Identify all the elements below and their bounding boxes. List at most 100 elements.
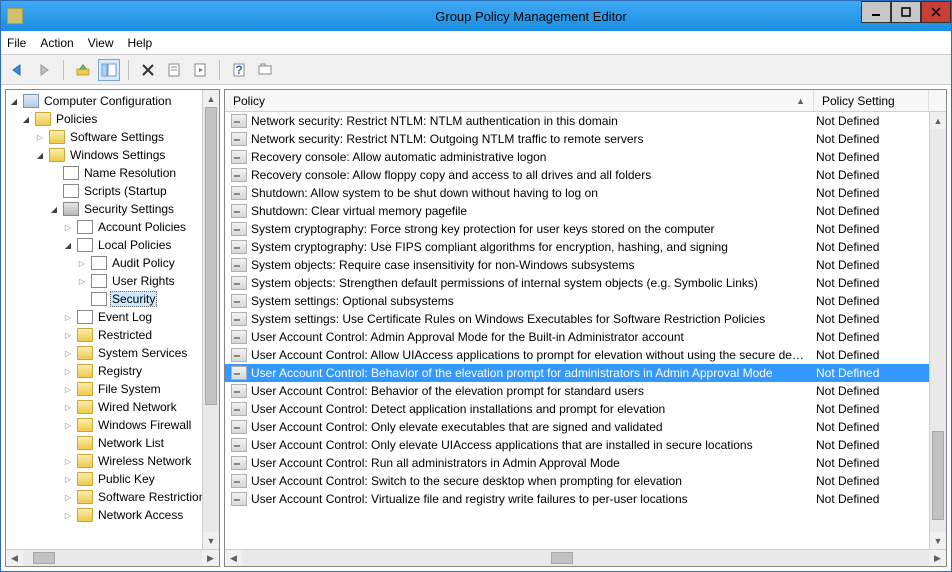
expand-arrow-icon[interactable] [62,419,74,431]
tree-policies[interactable]: Policies [6,110,219,128]
expand-arrow-icon[interactable] [62,239,74,251]
expand-arrow-icon[interactable] [62,401,74,413]
policy-row[interactable]: System objects: Strengthen default permi… [225,274,929,292]
expand-arrow-icon[interactable] [62,509,74,521]
policy-row[interactable]: Network security: Restrict NTLM: NTLM au… [225,112,929,130]
tree-user-rights[interactable]: User Rights [6,272,219,290]
scroll-left-icon[interactable]: ◀ [225,550,242,566]
expand-arrow-icon[interactable] [34,131,46,143]
policy-row[interactable]: Shutdown: Allow system to be shut down w… [225,184,929,202]
policy-setting: Not Defined [814,492,929,506]
tree-scripts[interactable]: Scripts (Startup [6,182,219,200]
policy-row[interactable]: Network security: Restrict NTLM: Outgoin… [225,130,929,148]
expand-arrow-icon[interactable] [62,491,74,503]
tree-wired-network[interactable]: Wired Network [6,398,219,416]
policy-name: User Account Control: Detect application… [251,402,814,416]
tree-software-restriction[interactable]: Software Restriction [6,488,219,506]
tree-registry[interactable]: Registry [6,362,219,380]
expand-arrow-icon[interactable] [34,149,46,161]
expand-arrow-icon[interactable] [62,311,74,323]
scroll-right-icon[interactable]: ▶ [929,550,946,566]
tree-account-policies[interactable]: Account Policies [6,218,219,236]
delete-button[interactable] [137,59,159,81]
policy-row[interactable]: User Account Control: Detect application… [225,400,929,418]
tree-windows-firewall[interactable]: Windows Firewall [6,416,219,434]
expand-arrow-icon[interactable] [76,257,88,269]
svg-text:?: ? [235,63,242,77]
help-button[interactable]: ? [228,59,250,81]
column-setting-header[interactable]: Policy Setting [814,90,929,111]
menu-view[interactable]: View [88,36,114,50]
tree-toggle-button[interactable] [98,59,120,81]
policy-row[interactable]: User Account Control: Allow UIAccess app… [225,346,929,364]
policy-row[interactable]: User Account Control: Only elevate UIAcc… [225,436,929,454]
list-vertical-scrollbar[interactable]: ▲ ▼ [929,112,946,549]
scroll-down-icon[interactable]: ▼ [930,532,946,549]
expand-arrow-icon[interactable] [62,329,74,341]
policy-row[interactable]: User Account Control: Run all administra… [225,454,929,472]
policy-row[interactable]: Recovery console: Allow floppy copy and … [225,166,929,184]
scroll-left-icon[interactable]: ◀ [6,550,23,566]
policy-row[interactable]: User Account Control: Switch to the secu… [225,472,929,490]
tree-network-access[interactable]: Network Access [6,506,219,524]
policy-row[interactable]: User Account Control: Virtualize file an… [225,490,929,508]
scroll-up-icon[interactable]: ▲ [203,90,219,107]
tree-audit-policy[interactable]: Audit Policy [6,254,219,272]
menu-action[interactable]: Action [40,36,73,50]
properties-button[interactable] [163,59,185,81]
tree-horizontal-scrollbar[interactable]: ◀ ▶ [6,549,219,566]
policy-row[interactable]: System objects: Require case insensitivi… [225,256,929,274]
close-button[interactable] [921,1,951,23]
tree-computer-configuration[interactable]: Computer Configuration [6,92,219,110]
policy-row[interactable]: Shutdown: Clear virtual memory pagefileN… [225,202,929,220]
policy-row[interactable]: User Account Control: Only elevate execu… [225,418,929,436]
folder-icon [77,418,93,432]
policy-row[interactable]: User Account Control: Behavior of the el… [225,382,929,400]
expand-arrow-icon[interactable] [62,365,74,377]
forward-button[interactable] [33,59,55,81]
tree-name-resolution[interactable]: Name Resolution [6,164,219,182]
tree-restricted[interactable]: Restricted [6,326,219,344]
tree-network-list[interactable]: Network List [6,434,219,452]
list-horizontal-scrollbar[interactable]: ◀ ▶ [225,549,946,566]
tree-file-system[interactable]: File System [6,380,219,398]
expand-arrow-icon[interactable] [8,95,20,107]
policy-row[interactable]: User Account Control: Behavior of the el… [225,364,929,382]
policy-row[interactable]: User Account Control: Admin Approval Mod… [225,328,929,346]
scroll-right-icon[interactable]: ▶ [202,550,219,566]
scroll-up-icon[interactable]: ▲ [930,112,946,129]
policy-row[interactable]: System settings: Use Certificate Rules o… [225,310,929,328]
expand-arrow-icon[interactable] [62,383,74,395]
policy-row[interactable]: System cryptography: Use FIPS compliant … [225,238,929,256]
tree-system-services[interactable]: System Services [6,344,219,362]
tree-public-key[interactable]: Public Key [6,470,219,488]
tree-wireless-network[interactable]: Wireless Network [6,452,219,470]
expand-arrow-icon[interactable] [62,455,74,467]
export-button[interactable] [189,59,211,81]
tree-vertical-scrollbar[interactable]: ▲ ▼ [202,90,219,549]
expand-arrow-icon[interactable] [76,275,88,287]
back-button[interactable] [7,59,29,81]
menu-file[interactable]: File [7,36,26,50]
policy-row[interactable]: System cryptography: Force strong key pr… [225,220,929,238]
expand-arrow-icon[interactable] [62,347,74,359]
tree-local-policies[interactable]: Local Policies [6,236,219,254]
up-button[interactable] [72,59,94,81]
tree-software-settings[interactable]: Software Settings [6,128,219,146]
scroll-down-icon[interactable]: ▼ [203,532,219,549]
column-policy-header[interactable]: Policy ▲ [225,90,814,111]
menu-help[interactable]: Help [128,36,153,50]
tree-security-settings[interactable]: Security Settings [6,200,219,218]
expand-arrow-icon[interactable] [62,221,74,233]
tree-windows-settings[interactable]: Windows Settings [6,146,219,164]
minimize-button[interactable] [861,1,891,23]
policy-row[interactable]: System settings: Optional subsystemsNot … [225,292,929,310]
expand-arrow-icon[interactable] [48,203,60,215]
tree-security-options[interactable]: Security [6,290,219,308]
tree-event-log[interactable]: Event Log [6,308,219,326]
maximize-button[interactable] [891,1,921,23]
policy-row[interactable]: Recovery console: Allow automatic admini… [225,148,929,166]
expand-arrow-icon[interactable] [20,113,32,125]
expand-arrow-icon[interactable] [62,473,74,485]
options-button[interactable] [254,59,276,81]
